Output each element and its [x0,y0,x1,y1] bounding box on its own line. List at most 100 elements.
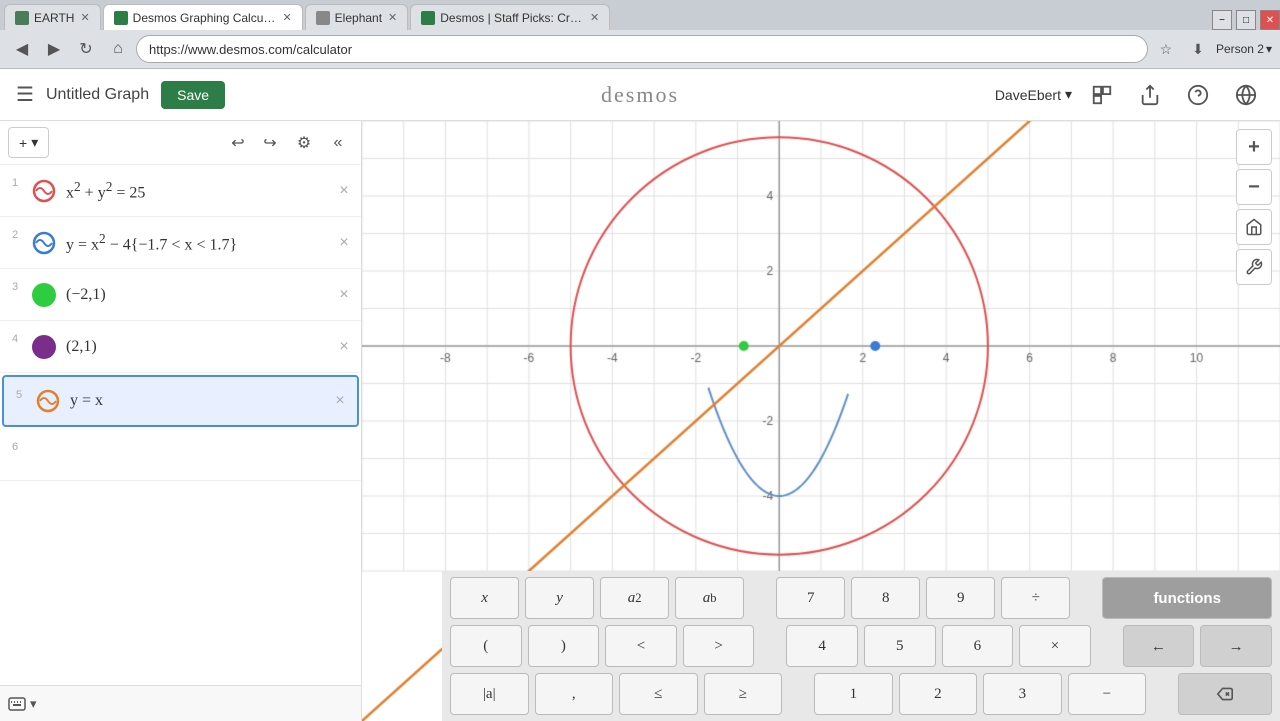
zoom-out-button[interactable]: − [1236,169,1272,205]
browser-tab-2[interactable]: Elephant✕ [305,4,409,30]
home-button[interactable]: ⌂ [104,35,132,63]
expression-list: 1 x2 + y2 = 25 × 2 y = x2 − 4{−1.7 < x <… [0,165,361,685]
settings-button[interactable]: ⚙ [289,128,319,158]
globe-icon[interactable] [1228,77,1264,113]
desmos-logo: desmos [601,82,679,108]
desmos-topbar: ☰ Untitled Graph Save desmos DaveEbert ▾ [0,69,1280,121]
hamburger-button[interactable]: ☰ [16,82,34,107]
minimize-button[interactable]: − [1212,10,1232,30]
kb-1-button[interactable]: 1 [814,673,893,715]
expression-formula: y = x2 − 4{−1.7 < x < 1.7} [66,231,353,254]
kb-backspace-button[interactable] [1178,673,1272,715]
kb-gte-button[interactable]: ≥ [704,673,783,715]
virtual-keyboard: x y a2 ab 7 8 9 ÷ functions ( ) [442,571,1280,721]
browser-tab-3[interactable]: Desmos | Staff Picks: Creati...✕ [410,4,610,30]
expression-item[interactable]: 1 x2 + y2 = 25 × [0,165,361,217]
expression-number: 6 [12,437,26,453]
kb-6-button[interactable]: 6 [942,625,1014,667]
expression-number: 3 [12,277,26,293]
redo-button[interactable]: ↪ [255,128,285,158]
kb-9-button[interactable]: 9 [926,577,995,619]
expression-formula: x2 + y2 = 25 [66,179,353,202]
expression-delete-button[interactable]: × [331,392,349,410]
expression-formula: y = x [70,392,349,410]
expression-delete-button[interactable]: × [335,338,353,356]
expression-number: 5 [16,385,30,401]
kb-abs-button[interactable]: |a| [450,673,529,715]
kb-squared-button[interactable]: a2 [600,577,669,619]
save-button[interactable]: Save [161,81,225,109]
browser-tab-0[interactable]: EARTH✕ [4,4,101,30]
kb-comma-button[interactable]: , [535,673,614,715]
bookmark-icon[interactable]: ☆ [1152,35,1180,63]
download-icon[interactable]: ⬇ [1184,35,1212,63]
expression-delete-button[interactable]: × [335,234,353,252]
share-icon[interactable] [1084,77,1120,113]
browser-tab-1[interactable]: Desmos Graphing Calculator✕ [103,4,303,30]
collapse-button[interactable]: « [323,128,353,158]
kb-x-button[interactable]: x [450,577,519,619]
keyboard-toggle-button[interactable]: ▾ [8,696,37,712]
kb-8-button[interactable]: 8 [851,577,920,619]
help-icon[interactable] [1180,77,1216,113]
back-button[interactable]: ◀ [8,35,36,63]
expression-formula: (−2,1) [66,286,353,304]
kb-lparen-button[interactable]: ( [450,625,522,667]
expression-number: 2 [12,225,26,241]
kb-left-arrow-button[interactable]: ← [1123,625,1195,667]
address-input[interactable] [136,35,1148,63]
kb-right-arrow-button[interactable]: → [1200,625,1272,667]
graph-title: Untitled Graph [46,86,149,104]
graph-area[interactable]: + − x y a2 ab 7 [362,121,1280,721]
person-label: Person 2 [1216,42,1264,56]
expression-item[interactable]: 5 y = x × [2,375,359,427]
home-view-button[interactable] [1236,209,1272,245]
add-expression-button[interactable]: + ▾ [8,127,49,158]
add-icon: + [19,135,27,151]
zoom-in-button[interactable]: + [1236,129,1272,165]
refresh-button[interactable]: ↻ [72,35,100,63]
kb-lte-button[interactable]: ≤ [619,673,698,715]
keyboard-icon-bar: ▾ [0,685,361,721]
kb-rparen-button[interactable]: ) [528,625,600,667]
maximize-button[interactable]: □ [1236,10,1256,30]
window-controls: − □ ✕ [1212,10,1280,30]
browser-chrome: EARTH✕Desmos Graphing Calculator✕Elephan… [0,0,1280,69]
user-menu-button[interactable]: DaveEbert ▾ [995,86,1072,103]
expression-formula: (2,1) [66,338,353,356]
sidebar-toolbar: + ▾ ↩ ↪ ⚙ « [0,121,361,165]
expression-item[interactable]: 2 y = x2 − 4{−1.7 < x < 1.7} × [0,217,361,269]
graph-controls: + − [1228,121,1280,293]
expression-delete-button[interactable]: × [335,286,353,304]
forward-button[interactable]: ▶ [40,35,68,63]
sidebar: + ▾ ↩ ↪ ⚙ « 1 x2 + y2 = 25 × [0,121,362,721]
kb-gt-button[interactable]: > [683,625,755,667]
kb-2-button[interactable]: 2 [899,673,978,715]
kb-5-button[interactable]: 5 [864,625,936,667]
kb-power-button[interactable]: ab [675,577,744,619]
undo-button[interactable]: ↩ [223,128,253,158]
functions-button[interactable]: functions [1102,577,1272,619]
expression-item[interactable]: 4 (2,1) × [0,321,361,373]
address-bar-row: ◀ ▶ ↻ ⌂ ☆ ⬇ Person 2 ▾ [0,30,1280,68]
close-button[interactable]: ✕ [1260,10,1280,30]
kb-7-button[interactable]: 7 [776,577,845,619]
keyboard-row-1: x y a2 ab 7 8 9 ÷ functions [450,577,1272,619]
kb-3-button[interactable]: 3 [983,673,1062,715]
keyboard-dropdown-icon: ▾ [30,696,37,712]
kb-4-button[interactable]: 4 [786,625,858,667]
person-button[interactable]: Person 2 ▾ [1216,42,1272,56]
kb-divide-button[interactable]: ÷ [1001,577,1070,619]
kb-y-button[interactable]: y [525,577,594,619]
expression-item[interactable]: 6 [0,429,361,481]
expression-number: 4 [12,329,26,345]
export-icon[interactable] [1132,77,1168,113]
add-dropdown-icon: ▾ [31,134,38,151]
topbar-right: DaveEbert ▾ [995,77,1264,113]
kb-multiply-button[interactable]: × [1019,625,1091,667]
wrench-icon[interactable] [1236,249,1272,285]
kb-lt-button[interactable]: < [605,625,677,667]
expression-item[interactable]: 3 (−2,1) × [0,269,361,321]
expression-delete-button[interactable]: × [335,182,353,200]
kb-minus-button[interactable]: − [1068,673,1147,715]
